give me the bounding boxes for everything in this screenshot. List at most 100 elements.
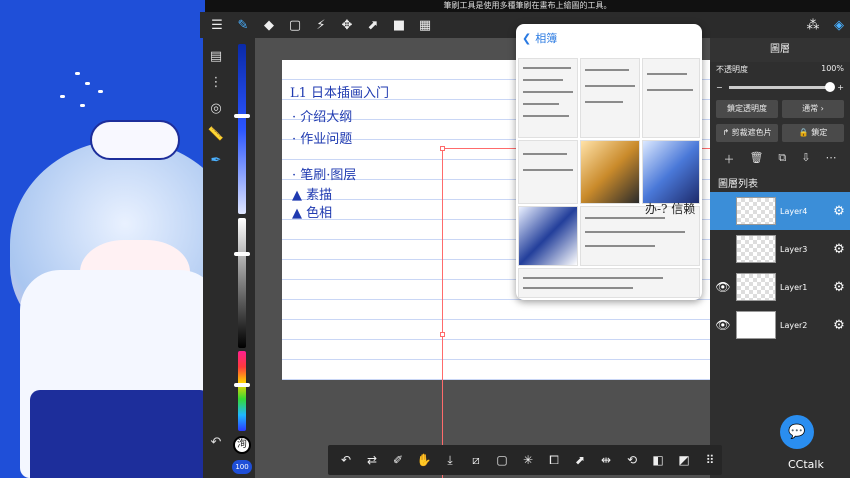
photo-thumb[interactable] bbox=[580, 58, 640, 138]
flip-icon[interactable]: ⇹ bbox=[594, 448, 618, 472]
opacity-track[interactable] bbox=[728, 81, 836, 92]
brush-icon[interactable]: ✎ bbox=[232, 14, 254, 36]
character-skirt bbox=[30, 390, 210, 478]
chevron-left-icon: ❮ bbox=[522, 31, 532, 45]
eye-icon[interactable]: 👁 bbox=[710, 280, 736, 294]
layer-row[interactable]: Layer3 ⚙ bbox=[710, 230, 850, 268]
plus-icon[interactable]: + bbox=[837, 83, 844, 92]
trash-icon[interactable]: 🗑 bbox=[749, 151, 763, 167]
eyedropper-icon[interactable]: ✐ bbox=[386, 448, 410, 472]
layer-panel: 圖層 不透明度 100% − + 鎖定透明度 通常 › ↱ 剪裁遮色片 🔒 鎖定… bbox=[710, 38, 850, 478]
hint-bar: 筆刷工具是使用多種筆刷在畫布上繪圖的工具。 bbox=[205, 0, 850, 12]
fill-icon[interactable]: ■ bbox=[388, 14, 410, 36]
lock-button[interactable]: 🔒 鎖定 bbox=[782, 124, 844, 142]
confetti-decoration bbox=[85, 82, 90, 85]
rect-select-icon[interactable]: ▢ bbox=[284, 14, 306, 36]
merge-icon[interactable]: ⇩ bbox=[801, 151, 810, 167]
eraser-icon[interactable]: ◧ bbox=[646, 448, 670, 472]
opacity-knob[interactable] bbox=[825, 81, 836, 92]
photo-thumb[interactable] bbox=[518, 206, 578, 266]
minus-icon[interactable]: − bbox=[716, 83, 723, 92]
photo-picker-popup: ❮ 相簿 bbox=[516, 24, 702, 300]
grid-icon[interactable]: ⠿ bbox=[698, 448, 722, 472]
blend-mode-label: 通常 bbox=[802, 104, 819, 113]
hand-icon[interactable]: ✋ bbox=[412, 448, 436, 472]
rotate-lock-icon[interactable]: ⟲ bbox=[620, 448, 644, 472]
hue-slider[interactable] bbox=[238, 351, 246, 431]
rotate-icon[interactable]: ◎ bbox=[206, 98, 226, 118]
photo-thumb[interactable] bbox=[518, 268, 700, 298]
note-line: L1 日本插画入门 bbox=[290, 86, 390, 101]
add-layer-icon[interactable]: ＋ bbox=[723, 151, 734, 167]
grid-select-icon[interactable]: ⋮ bbox=[206, 72, 226, 92]
eraser-icon[interactable]: ◆ bbox=[258, 14, 280, 36]
magic-wand-icon[interactable]: ⚡ bbox=[310, 14, 332, 36]
duplicate-icon[interactable]: ⧉ bbox=[778, 151, 786, 167]
layer-thumbnail bbox=[736, 311, 776, 339]
photo-grid bbox=[518, 58, 700, 298]
eye-icon[interactable]: 👁 bbox=[710, 318, 736, 332]
download-icon[interactable]: ⤓ bbox=[438, 448, 462, 472]
layer-row[interactable]: 👁 Layer2 ⚙ bbox=[710, 306, 850, 344]
eyedropper2-icon[interactable]: ◩ bbox=[672, 448, 696, 472]
gear-icon[interactable]: ⚙ bbox=[828, 242, 850, 257]
select-all-icon[interactable]: ▢ bbox=[490, 448, 514, 472]
layer-thumbnail bbox=[736, 235, 776, 263]
ruler-icon[interactable]: 📏 bbox=[206, 124, 226, 144]
lock-alpha-button[interactable]: 鎖定透明度 bbox=[716, 100, 778, 118]
export-icon[interactable]: ⬈ bbox=[568, 448, 592, 472]
picker-back-label: 相簿 bbox=[535, 32, 558, 45]
photo-thumb[interactable] bbox=[518, 58, 578, 138]
gear-icon[interactable]: ⚙ bbox=[828, 318, 850, 333]
layer-list-title: 圖層列表 bbox=[718, 179, 758, 190]
layer-name: Layer3 bbox=[780, 244, 808, 254]
more-icon[interactable]: ⋯ bbox=[825, 151, 836, 167]
selection-handle[interactable] bbox=[440, 146, 445, 151]
photo-thumb[interactable] bbox=[642, 58, 700, 138]
no-select-icon[interactable]: ⧄ bbox=[464, 448, 488, 472]
transform-icon[interactable]: ⬈ bbox=[362, 14, 384, 36]
undo-icon[interactable]: ↶ bbox=[334, 448, 358, 472]
blend-mode-button[interactable]: 通常 › bbox=[782, 100, 844, 118]
opacity-slider[interactable]: − + bbox=[716, 79, 844, 95]
clip-mask-label: 剪裁遮色片 bbox=[731, 128, 772, 137]
move-icon[interactable]: ✥ bbox=[336, 14, 358, 36]
layers-icon[interactable]: ◈ bbox=[828, 14, 850, 36]
gradient-icon[interactable]: ▦ bbox=[414, 14, 436, 36]
chat-icon[interactable]: 💬 bbox=[780, 415, 814, 449]
layer-name: Layer1 bbox=[780, 282, 808, 292]
note-line: · 作业问题 bbox=[292, 132, 353, 147]
slider-knob[interactable] bbox=[234, 252, 250, 256]
three-circles-icon[interactable]: ⁂ bbox=[802, 14, 824, 36]
character-bow bbox=[90, 120, 180, 160]
clip-mask-button[interactable]: ↱ 剪裁遮色片 bbox=[716, 124, 778, 142]
layer-row[interactable]: Layer4 ⚙ bbox=[710, 192, 850, 230]
menu-icon[interactable]: ☰ bbox=[206, 14, 228, 36]
note-line: · 笔刷·图层 bbox=[292, 168, 357, 183]
pen-icon[interactable]: ✒ bbox=[206, 150, 226, 170]
opacity-value: 100% bbox=[821, 64, 844, 73]
brush-size-badge[interactable]: 100 bbox=[232, 460, 252, 474]
selection-handle[interactable] bbox=[440, 332, 445, 337]
sparkle-icon[interactable]: ✳ bbox=[516, 448, 540, 472]
confetti-decoration bbox=[75, 72, 80, 75]
layer-row[interactable]: 👁 Layer1 ⚙ bbox=[710, 268, 850, 306]
slider-knob[interactable] bbox=[234, 114, 250, 118]
brightness-slider[interactable] bbox=[238, 218, 246, 348]
brush-size-slider[interactable] bbox=[238, 44, 246, 214]
pages-icon[interactable]: ▤ bbox=[206, 46, 226, 66]
layer-name: Layer2 bbox=[780, 320, 808, 330]
confetti-decoration bbox=[60, 95, 65, 98]
paste-icon[interactable]: ⧠ bbox=[542, 448, 566, 472]
undo-icon[interactable]: ↶ bbox=[206, 432, 226, 452]
photo-thumb[interactable] bbox=[518, 140, 578, 204]
photo-thumb[interactable] bbox=[642, 140, 700, 204]
photo-thumb[interactable] bbox=[580, 140, 640, 204]
picker-back-button[interactable]: ❮ 相簿 bbox=[516, 24, 702, 52]
current-color-swatch[interactable]: 洵 bbox=[233, 436, 251, 454]
confetti-decoration bbox=[80, 104, 85, 107]
gear-icon[interactable]: ⚙ bbox=[828, 280, 850, 295]
slider-knob[interactable] bbox=[234, 383, 250, 387]
gear-icon[interactable]: ⚙ bbox=[828, 204, 850, 219]
brush-swap-icon[interactable]: ⇄ bbox=[360, 448, 384, 472]
